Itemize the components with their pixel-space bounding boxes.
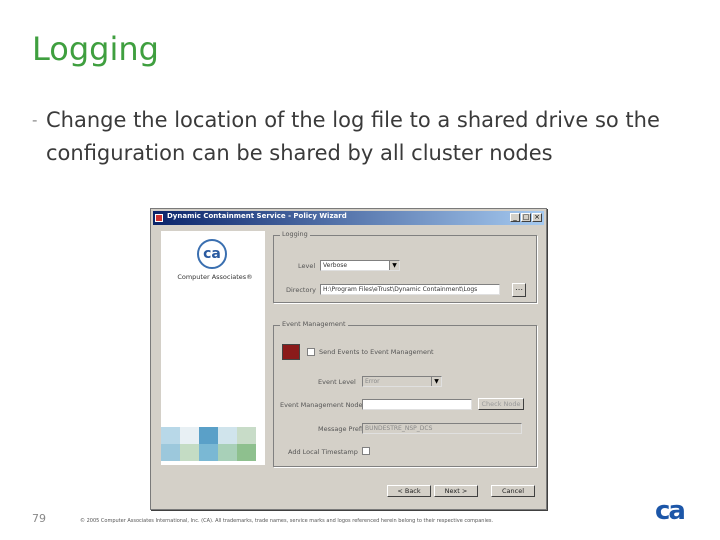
- logo-caption: Computer Associates®: [177, 273, 253, 281]
- logging-group-label: Logging: [280, 230, 310, 238]
- message-prefix-label: Message Prefix: [318, 425, 367, 433]
- event-management-group-label: Event Management: [280, 320, 348, 328]
- node-label: Event Management Node: [280, 401, 363, 409]
- chevron-down-icon[interactable]: ▼: [389, 261, 399, 270]
- add-local-checkbox[interactable]: [362, 447, 370, 455]
- check-node-button[interactable]: Check Node: [478, 398, 524, 410]
- close-button[interactable]: ×: [532, 213, 542, 222]
- logging-group: Logging Level Verbose ▼ Directory H:\Pro…: [273, 230, 537, 303]
- policy-wizard-window: Dynamic Containment Service - Policy Wiz…: [150, 208, 547, 510]
- cancel-button[interactable]: Cancel: [491, 485, 535, 497]
- ca-brand-logo: ca: [655, 496, 686, 526]
- directory-label: Directory: [286, 286, 316, 294]
- back-button[interactable]: < Back: [387, 485, 431, 497]
- next-button[interactable]: Next >: [434, 485, 478, 497]
- directory-field[interactable]: H:\Program Files\eTrust\Dynamic Containm…: [320, 284, 500, 295]
- page-number: 79: [32, 512, 46, 525]
- folder-browse-icon[interactable]: ⋯: [512, 283, 526, 297]
- wizard-banner: ca Computer Associates®: [161, 231, 265, 465]
- event-management-group: Event Management Send Events to Event Ma…: [273, 320, 537, 467]
- slide-title: Logging: [32, 30, 159, 68]
- bullet-point: - Change the location of the log file to…: [32, 104, 692, 170]
- send-events-label: Send Events to Event Management: [319, 348, 434, 356]
- event-management-icon: [282, 344, 300, 360]
- level-value: Verbose: [323, 262, 348, 269]
- bullet-text: Change the location of the log file to a…: [46, 108, 660, 165]
- copyright-footer: © 2005 Computer Associates International…: [80, 518, 494, 524]
- window-titlebar[interactable]: Dynamic Containment Service - Policy Wiz…: [153, 211, 544, 225]
- node-field[interactable]: [362, 399, 472, 410]
- decorative-tiles: [161, 427, 265, 465]
- message-prefix-field[interactable]: BUNDESTRE_NSP_DCS: [362, 423, 522, 434]
- send-events-checkbox[interactable]: [307, 348, 315, 356]
- add-local-label: Add Local Timestamp: [288, 448, 358, 456]
- event-level-value: Error: [365, 378, 380, 385]
- app-icon: [155, 214, 163, 222]
- level-select[interactable]: Verbose ▼: [320, 260, 400, 271]
- event-level-select[interactable]: Error ▼: [362, 376, 442, 387]
- event-level-label: Event Level: [318, 378, 356, 386]
- minimize-button[interactable]: _: [510, 213, 520, 222]
- level-label: Level: [298, 262, 316, 270]
- bullet-marker: -: [32, 111, 38, 129]
- ca-logo-icon: ca: [197, 239, 227, 269]
- window-title: Dynamic Containment Service - Policy Wiz…: [167, 212, 347, 220]
- chevron-down-icon[interactable]: ▼: [431, 377, 441, 386]
- maximize-button[interactable]: □: [521, 213, 531, 222]
